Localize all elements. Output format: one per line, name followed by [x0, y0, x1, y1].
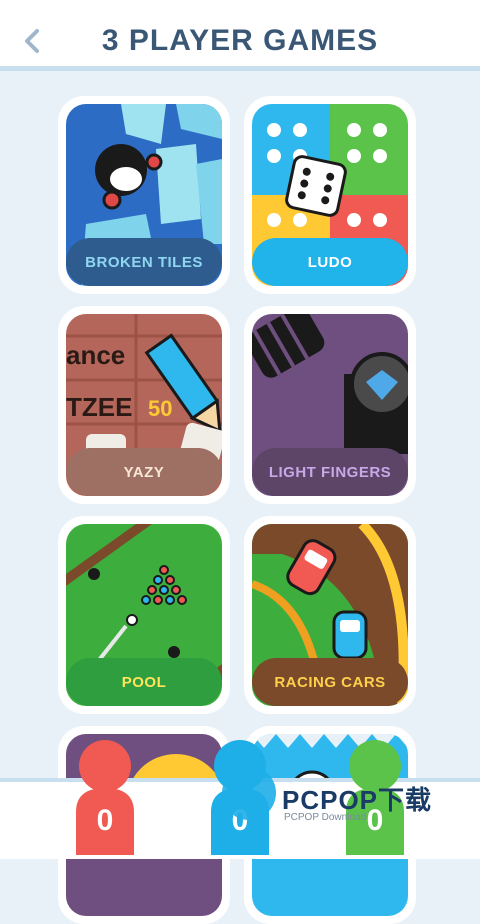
game-label: YAZY: [66, 448, 222, 496]
game-grid: BROKEN TILES LUDO ance TZEE 50 YAZY LIGH…: [0, 0, 480, 924]
game-label-text: RACING CARS: [274, 673, 386, 691]
game-label: RACING CARS: [252, 658, 408, 706]
game-label-text: LUDO: [307, 253, 353, 271]
game-card-pool[interactable]: POOL: [58, 516, 230, 714]
game-label-text: LIGHT FINGERS: [268, 463, 392, 481]
svg-text:50: 50: [148, 396, 172, 421]
watermark-subtitle: PCPOP Download: [284, 812, 367, 823]
player-1-button[interactable]: 0: [70, 740, 140, 855]
game-label-text: BROKEN TILES: [85, 253, 203, 271]
svg-text:ance: ance: [66, 340, 125, 370]
svg-text:TZEE: TZEE: [66, 392, 132, 422]
game-card-broken-tiles[interactable]: BROKEN TILES: [58, 96, 230, 294]
game-card-yazy[interactable]: ance TZEE 50 YAZY: [58, 306, 230, 504]
watermark: PCPOP下载 PCPOP Download: [214, 760, 474, 850]
game-card-ludo[interactable]: LUDO: [244, 96, 416, 294]
watermark-logo-icon: [222, 766, 276, 820]
game-label: LUDO: [252, 238, 408, 286]
game-card-racing-cars[interactable]: RACING CARS: [244, 516, 416, 714]
game-label-text: POOL: [121, 673, 167, 691]
player-1-score: 0: [96, 804, 114, 837]
game-label: POOL: [66, 658, 222, 706]
game-label: LIGHT FINGERS: [252, 448, 408, 496]
game-card-light-fingers[interactable]: LIGHT FINGERS: [244, 306, 416, 504]
game-label-text: YAZY: [123, 463, 165, 481]
game-label: BROKEN TILES: [66, 238, 222, 286]
